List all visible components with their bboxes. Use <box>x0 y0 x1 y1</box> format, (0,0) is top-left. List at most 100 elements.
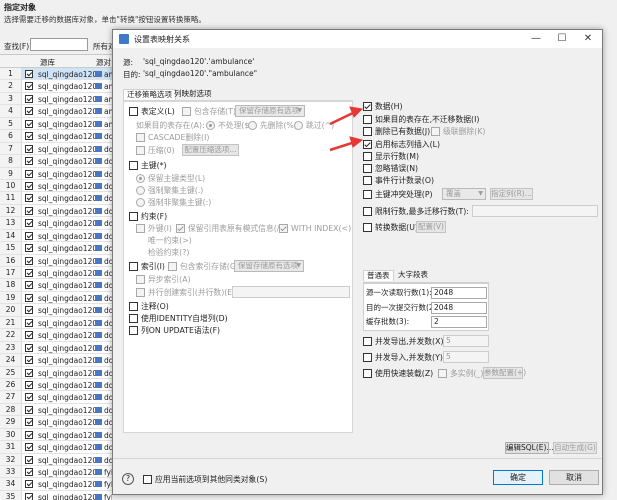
pk-conflict-select[interactable]: 覆盖 ▼ <box>442 188 486 200</box>
row-checkbox[interactable] <box>25 480 33 489</box>
row-checkbox[interactable] <box>25 293 33 302</box>
table-row[interactable]: 24 sql_qingdao120 dd <box>0 354 112 367</box>
table-row[interactable]: 6 sql_qingdao120 dd <box>0 130 112 143</box>
table-row[interactable]: 23 sql_qingdao120 dd <box>0 341 112 355</box>
table-row[interactable]: 11 sql_qingdao120 dd <box>0 192 112 205</box>
table-row[interactable]: 3 sql_qingdao120 am <box>0 92 112 106</box>
read-rows-input[interactable]: 2048 <box>431 287 487 299</box>
parallel-index-input[interactable] <box>232 286 350 298</box>
table-row[interactable]: 35 sql_qingdao120 fyb <box>0 490 112 500</box>
table-row[interactable]: 4 sql_qingdao120 am <box>0 105 112 118</box>
edit-sql-button[interactable]: 编辑SQL(E)... <box>505 442 554 454</box>
parallel-import-input[interactable]: 5 <box>443 351 489 363</box>
row-checkbox[interactable] <box>25 430 33 439</box>
table-row[interactable]: 18 sql_qingdao120 dd <box>0 279 112 292</box>
tab-normal-table[interactable]: 普通表 <box>363 270 394 281</box>
row-checkbox[interactable] <box>25 418 33 427</box>
row-checkbox[interactable] <box>25 455 33 464</box>
table-row[interactable]: 26 sql_qingdao120 dd <box>0 378 112 392</box>
param-config-button[interactable]: 参数配置(+) <box>483 367 526 379</box>
row-checkbox[interactable] <box>25 94 33 103</box>
row-checkbox[interactable] <box>25 107 33 116</box>
table-row[interactable]: 10 sql_qingdao120 dd <box>0 179 112 193</box>
table-row[interactable]: 14 sql_qingdao120 dd <box>0 229 112 243</box>
table-row[interactable]: 13 sql_qingdao120 dd <box>0 217 112 230</box>
row-checkbox[interactable] <box>25 306 33 315</box>
table-row[interactable]: 29 sql_qingdao120 dd <box>0 416 112 429</box>
table-row[interactable]: 9 sql_qingdao120 dd <box>0 167 112 180</box>
row-checkbox[interactable] <box>25 492 33 500</box>
tab-migration-strategy[interactable]: 迁移策略选项 <box>123 89 176 100</box>
row-checkbox[interactable] <box>25 194 33 203</box>
storage-option-select[interactable]: 保留存储原有选项 ▼ <box>235 105 305 117</box>
row-checkbox[interactable] <box>25 231 33 240</box>
batch-count-input[interactable]: 2 <box>431 316 487 328</box>
table-row[interactable]: 5 sql_qingdao120 am <box>0 117 112 131</box>
table-row[interactable]: 25 sql_qingdao120 dd <box>0 366 112 379</box>
index-storage-select[interactable]: 保留存储原有选项 ▼ <box>234 260 304 272</box>
row-checkbox[interactable] <box>25 405 33 414</box>
minimize-icon[interactable]: — <box>523 30 549 48</box>
table-row[interactable]: 32 sql_qingdao120 dd <box>0 453 112 466</box>
table-row[interactable]: 1 sql_qingdao120 am <box>0 68 112 81</box>
row-checkbox[interactable] <box>25 468 33 476</box>
close-icon[interactable]: ✕ <box>575 30 601 48</box>
specify-columns-button[interactable]: 指定列(R)... <box>490 188 533 200</box>
tab-large-field-table[interactable]: 大字段表 <box>395 270 431 281</box>
ok-button[interactable]: 确定 <box>493 470 543 485</box>
row-checkbox[interactable] <box>25 380 33 389</box>
auto-generate-button[interactable]: 自动生成(G) <box>553 442 597 454</box>
row-checkbox[interactable] <box>25 368 33 377</box>
row-checkbox[interactable] <box>25 132 33 141</box>
table-row[interactable]: 28 sql_qingdao120 dd <box>0 403 112 417</box>
limit-rows-input[interactable] <box>472 205 598 217</box>
table-row[interactable]: 30 sql_qingdao120 dd <box>0 428 112 442</box>
cancel-button[interactable]: 取消 <box>549 470 599 485</box>
row-checkbox[interactable] <box>25 119 33 128</box>
dialog-titlebar[interactable]: 设置表映射关系 — ☐ ✕ <box>113 30 602 48</box>
table-row[interactable]: 2 sql_qingdao120 am <box>0 80 112 93</box>
table-row[interactable]: 8 sql_qingdao120 dd <box>0 155 112 168</box>
table-row[interactable]: 20 sql_qingdao120 dd <box>0 304 112 317</box>
config-convert-button[interactable]: 配置(V) <box>416 221 446 233</box>
row-checkbox[interactable] <box>25 318 33 327</box>
row-checkbox[interactable] <box>25 70 33 78</box>
config-compress-button[interactable]: 配置压缩选项... <box>182 144 239 156</box>
column-header-source-db[interactable]: 源库 <box>40 57 55 68</box>
commit-rows-input[interactable]: 2048 <box>431 302 487 314</box>
table-row[interactable]: 33 sql_qingdao120 fyb <box>0 466 112 479</box>
row-checkbox[interactable] <box>25 331 33 340</box>
row-checkbox[interactable] <box>25 443 33 452</box>
table-row[interactable]: 17 sql_qingdao120 dd <box>0 267 112 280</box>
table-row[interactable]: 21 sql_qingdao120 dd <box>0 316 112 330</box>
row-checkbox[interactable] <box>25 169 33 178</box>
row-checkbox[interactable] <box>25 244 33 253</box>
find-input[interactable] <box>30 38 88 51</box>
table-row[interactable]: 15 sql_qingdao120 dd <box>0 242 112 255</box>
table-row[interactable]: 19 sql_qingdao120 dd <box>0 291 112 305</box>
table-row[interactable]: 12 sql_qingdao120 dd <box>0 204 112 218</box>
table-row[interactable]: 34 sql_qingdao120 fyb <box>0 478 112 491</box>
table-row[interactable]: 27 sql_qingdao120 dd <box>0 391 112 404</box>
table-row[interactable]: 16 sql_qingdao120 dd <box>0 254 112 267</box>
row-checkbox[interactable] <box>25 219 33 228</box>
column-header-source-object[interactable]: 源对 <box>96 57 111 68</box>
table-row[interactable]: 31 sql_qingdao120 dd <box>0 441 112 454</box>
maximize-icon[interactable]: ☐ <box>549 30 575 48</box>
row-checkbox[interactable] <box>25 393 33 402</box>
row-checkbox[interactable] <box>25 82 33 91</box>
row-checkbox[interactable] <box>25 356 33 365</box>
row-checkbox[interactable] <box>25 144 33 153</box>
tab-column-mapping[interactable]: 列映射选项 <box>171 89 215 100</box>
parallel-export-input[interactable]: 5 <box>443 335 489 347</box>
row-checkbox[interactable] <box>25 181 33 190</box>
row-checkbox[interactable] <box>25 256 33 265</box>
table-row[interactable]: 22 sql_qingdao120 dd <box>0 329 112 342</box>
row-checkbox[interactable] <box>25 157 33 166</box>
row-checkbox[interactable] <box>25 269 33 277</box>
row-checkbox[interactable] <box>25 343 33 352</box>
row-checkbox[interactable] <box>25 206 33 215</box>
table-row[interactable]: 7 sql_qingdao120 dd <box>0 142 112 156</box>
row-checkbox[interactable] <box>25 281 33 290</box>
help-icon[interactable]: ? <box>122 473 134 485</box>
